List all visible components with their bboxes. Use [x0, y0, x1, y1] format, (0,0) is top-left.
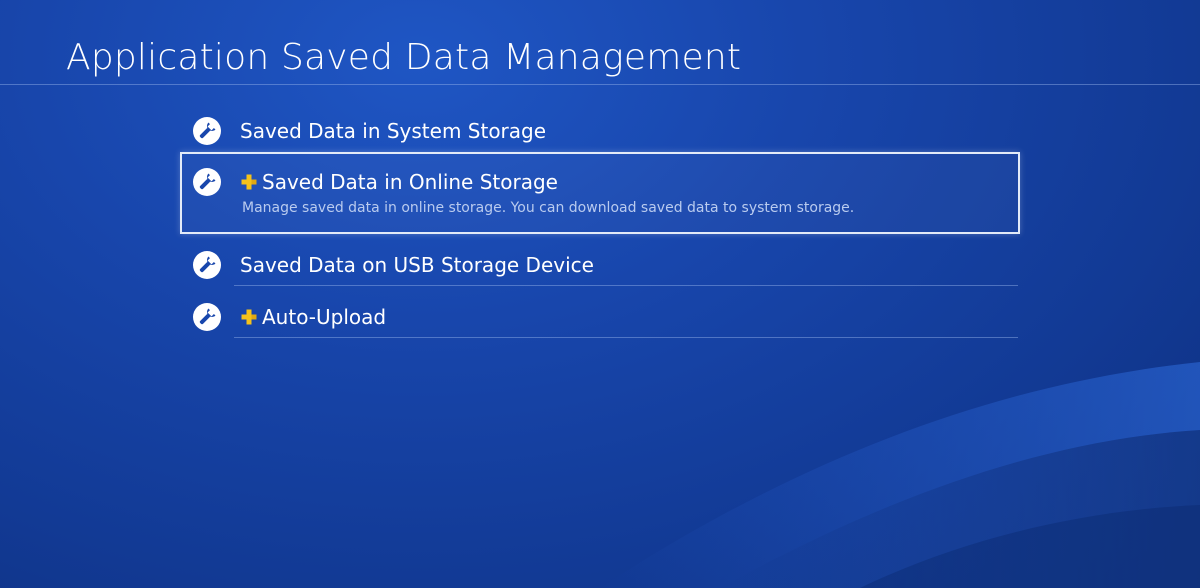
page-title: Application Saved Data Management	[66, 37, 742, 78]
menu-item-auto-upload[interactable]: Auto-Upload	[180, 286, 1020, 338]
wrench-icon	[193, 303, 221, 331]
menu-item-label-row: Saved Data in System Storage	[240, 118, 546, 144]
menu-item-label: Saved Data in Online Storage	[262, 170, 558, 194]
menu-item-saved-data-system-storage[interactable]: Saved Data in System Storage	[180, 100, 1020, 152]
header: Application Saved Data Management	[0, 0, 1200, 85]
wrench-icon	[193, 251, 221, 279]
wrench-icon	[193, 168, 221, 196]
playstation-plus-icon	[240, 308, 258, 326]
wrench-icon	[193, 117, 221, 145]
menu-item-label: Auto-Upload	[262, 305, 387, 329]
menu-item-saved-data-online-storage[interactable]: Saved Data in Online Storage Manage save…	[180, 152, 1020, 234]
menu-item-label: Saved Data on USB Storage Device	[240, 253, 594, 277]
menu-item-label-row: Saved Data on USB Storage Device	[240, 252, 594, 278]
menu-item-description: Manage saved data in online storage. You…	[242, 200, 855, 216]
menu-item-saved-data-usb-storage[interactable]: Saved Data on USB Storage Device	[180, 234, 1020, 286]
menu-item-label-row: Saved Data in Online Storage	[240, 169, 558, 195]
menu-divider	[234, 337, 1018, 338]
saved-data-menu: Saved Data in System Storage Saved Data …	[180, 100, 1020, 338]
menu-item-label-row: Auto-Upload	[240, 304, 386, 330]
header-divider	[0, 84, 1200, 85]
playstation-plus-icon	[240, 173, 258, 191]
menu-item-label: Saved Data in System Storage	[240, 119, 547, 143]
